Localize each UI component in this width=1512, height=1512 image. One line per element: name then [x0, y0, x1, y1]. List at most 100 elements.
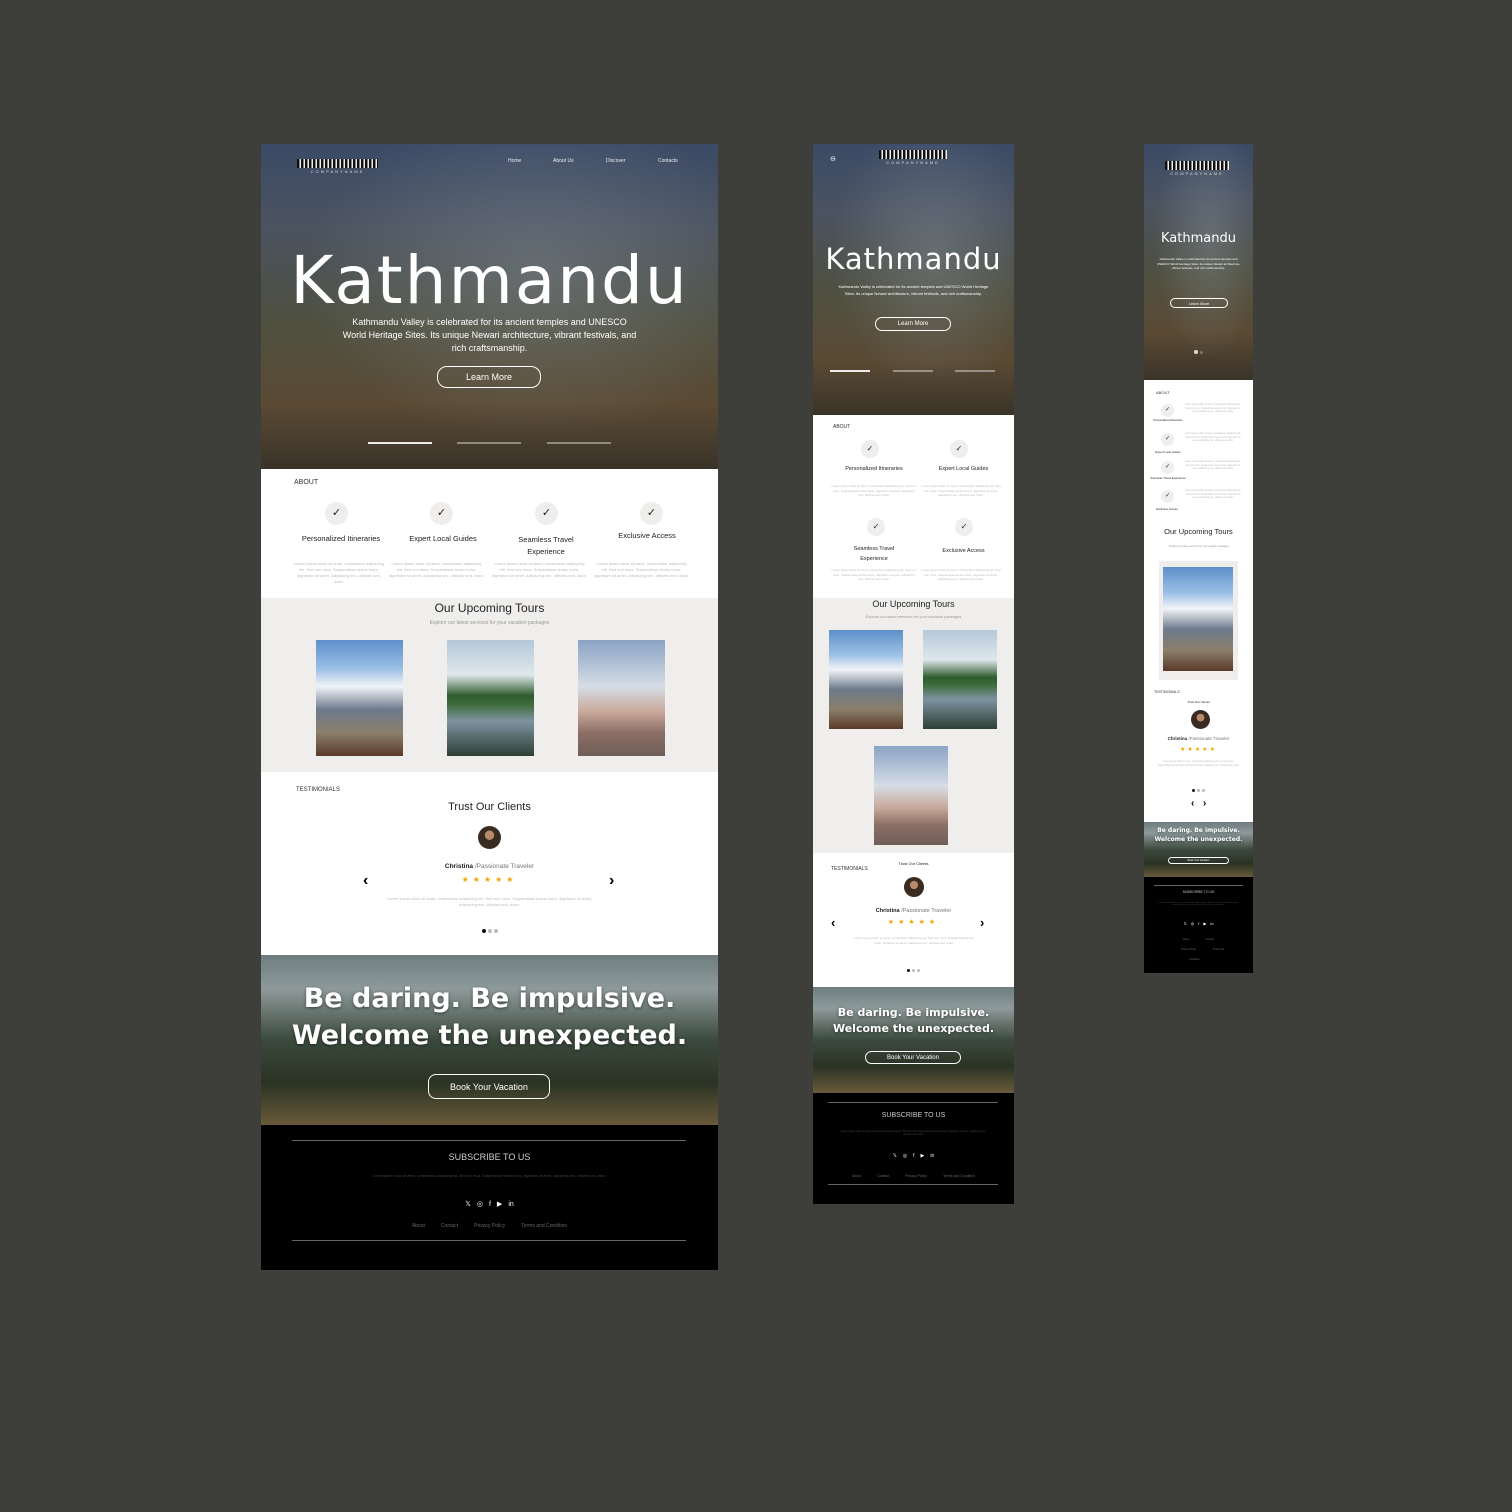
facebook-icon[interactable]: f: [1198, 921, 1199, 926]
footer-link-about[interactable]: About: [852, 1174, 861, 1178]
slider-indicator-1[interactable]: [368, 442, 432, 444]
footer-link-privacy[interactable]: Privacy Policy: [1181, 948, 1197, 951]
footer-link-contact[interactable]: Contact: [877, 1174, 889, 1178]
next-arrow-button[interactable]: ›: [609, 872, 614, 890]
x-icon[interactable]: 𝕏: [893, 1153, 897, 1159]
book-vacation-button[interactable]: Book Your Vacation: [865, 1051, 961, 1064]
footer-link-contact[interactable]: Contact: [1205, 938, 1214, 941]
footer-links: About Contact Privacy Policy Terms and Cond…: [813, 1174, 1014, 1178]
slider-indicator-3[interactable]: [547, 442, 611, 444]
feature-text: Lorem ipsum dolor sit amet, consectetur …: [1185, 461, 1241, 470]
hero-section: ⊖ COMPANYNAME Kathmandu Kathmandu Valley…: [813, 144, 1014, 415]
slider-indicator-3[interactable]: [955, 370, 995, 372]
instagram-icon[interactable]: ◎: [903, 1153, 907, 1159]
tours-title: Our Upcoming Tours: [1164, 527, 1233, 536]
x-icon[interactable]: 𝕏: [1183, 921, 1186, 926]
reviewer-name: Christina: [1167, 736, 1188, 741]
nav-contacts[interactable]: Contacts: [658, 158, 678, 164]
testimonial-text: Lorem ipsum dolor sit amet, consectetur …: [1157, 761, 1240, 767]
footer-link-terms[interactable]: Terms and Condition: [943, 1174, 975, 1178]
footer-links: About Contact Privacy Policy Terms and Cond…: [1144, 935, 1253, 965]
company-logo[interactable]: COMPANYNAME: [1165, 161, 1229, 176]
divider: [292, 1240, 686, 1241]
linkedin-icon[interactable]: in: [930, 1153, 934, 1159]
footer-link-privacy[interactable]: Privacy Policy: [905, 1174, 927, 1178]
reviewer: Christina /Passionate Traveler: [813, 908, 1014, 914]
feature-title: Expert Local Guides: [938, 466, 989, 472]
tour-image-stupa[interactable]: [447, 640, 534, 756]
menu-icon[interactable]: ⊖: [830, 155, 836, 163]
book-vacation-button[interactable]: Book Your Vacation: [428, 1074, 550, 1099]
carousel-dots[interactable]: [261, 929, 718, 933]
youtube-icon[interactable]: ▶: [1203, 921, 1206, 926]
divider: [828, 1102, 998, 1103]
subscribe-title: SUBSCRIBE TO US: [448, 1152, 531, 1162]
tour-image-mountains[interactable]: [829, 630, 903, 729]
feature-title: Seamless Travel Experience: [1150, 476, 1186, 480]
rating-stars: ★★★★★: [1180, 747, 1217, 753]
facebook-icon[interactable]: f: [489, 1201, 491, 1208]
footer-link-contact[interactable]: Contact: [441, 1223, 458, 1229]
feature-title: Seamless Travel Experience: [518, 535, 574, 556]
learn-more-button[interactable]: Learn More: [1170, 298, 1228, 308]
feature-text: Lorem ipsum dolor sit amet, consectetur …: [921, 568, 1001, 581]
x-icon[interactable]: 𝕏: [465, 1200, 471, 1208]
tour-image-palace[interactable]: [578, 640, 665, 756]
learn-more-button[interactable]: Learn More: [875, 317, 951, 331]
social-icons: 𝕏 ◎ f ▶ in: [1144, 921, 1253, 926]
carousel-dots[interactable]: [813, 968, 1014, 972]
cta-line-1: Be daring. Be impulsive.: [303, 983, 676, 1014]
youtube-icon[interactable]: ▶: [497, 1200, 502, 1208]
testimonial-text: Lorem ipsum dolor sit amet, consectetur …: [387, 896, 592, 907]
instagram-icon[interactable]: ◎: [477, 1200, 483, 1208]
hero-section: COMPANYNAME Home About Us Discover Conta…: [261, 144, 718, 469]
book-vacation-button[interactable]: Book Your Vacation: [1168, 857, 1229, 864]
instagram-icon[interactable]: ◎: [1191, 921, 1195, 926]
slider-indicator-2[interactable]: [457, 442, 521, 444]
cta-line-1: Be daring. Be impulsive.: [1157, 827, 1240, 834]
company-logo[interactable]: COMPANYNAME: [879, 150, 947, 165]
footer-link-about[interactable]: About: [1183, 938, 1190, 941]
tour-image-palace[interactable]: [874, 746, 948, 845]
learn-more-button[interactable]: Learn More: [437, 366, 541, 388]
avatar: [478, 826, 501, 849]
tour-image-mountains[interactable]: [316, 640, 403, 756]
about-label: ABOUT: [833, 424, 851, 430]
feature-text: Lorem ipsum dolor sit amet, consectetur …: [492, 561, 587, 578]
avatar: [1191, 710, 1210, 729]
tours-subtitle: Explore our latest services for your vac…: [1169, 545, 1229, 548]
check-icon: ✓: [535, 502, 558, 525]
divider: [1154, 885, 1243, 886]
nav-discover[interactable]: Discover: [606, 158, 625, 164]
feature-text: Lorem ipsum dolor sit amet, consectetur …: [293, 561, 385, 584]
slider-indicator-2[interactable]: [893, 370, 933, 372]
feature-title: Expert Local Guides: [1155, 450, 1181, 454]
company-logo[interactable]: COMPANYNAME: [297, 159, 378, 174]
prev-arrow-button[interactable]: ‹: [1191, 798, 1194, 809]
slider-dots[interactable]: [1144, 350, 1253, 354]
tour-image-stupa[interactable]: [923, 630, 997, 729]
footer-link-terms[interactable]: Terms and Condition: [521, 1223, 567, 1229]
prev-arrow-button[interactable]: ‹: [831, 915, 835, 930]
check-icon: ✓: [861, 440, 879, 458]
footer: SUBSCRIBE TO US Lorem ipsum dolor sit am…: [1144, 877, 1253, 973]
testimonials-title: Trust Our Clients: [1187, 700, 1210, 704]
next-arrow-button[interactable]: ›: [980, 915, 984, 930]
footer-link-about[interactable]: About: [412, 1223, 425, 1229]
prev-arrow-button[interactable]: ‹: [363, 872, 368, 890]
mobile-frame: COMPANYNAME Kathmandu Kathmandu Valley i…: [1144, 144, 1253, 973]
slider-indicator-1[interactable]: [830, 370, 870, 372]
reviewer-role: /Passionate Traveler: [1187, 736, 1230, 741]
carousel-dots[interactable]: [1144, 788, 1253, 792]
next-arrow-button[interactable]: ›: [1203, 798, 1206, 809]
youtube-icon[interactable]: ▶: [921, 1153, 925, 1159]
facebook-icon[interactable]: f: [913, 1153, 914, 1159]
tour-image-mountains[interactable]: [1163, 567, 1233, 671]
tablet-frame: ⊖ COMPANYNAME Kathmandu Kathmandu Valley…: [813, 144, 1014, 1204]
linkedin-icon[interactable]: in: [508, 1201, 513, 1208]
linkedin-icon[interactable]: in: [1210, 921, 1213, 926]
nav-home[interactable]: Home: [508, 158, 521, 164]
footer-link-privacy[interactable]: Privacy Policy: [474, 1223, 505, 1229]
nav-about[interactable]: About Us: [553, 158, 574, 164]
feature-title: Exclusive Access: [942, 548, 985, 554]
